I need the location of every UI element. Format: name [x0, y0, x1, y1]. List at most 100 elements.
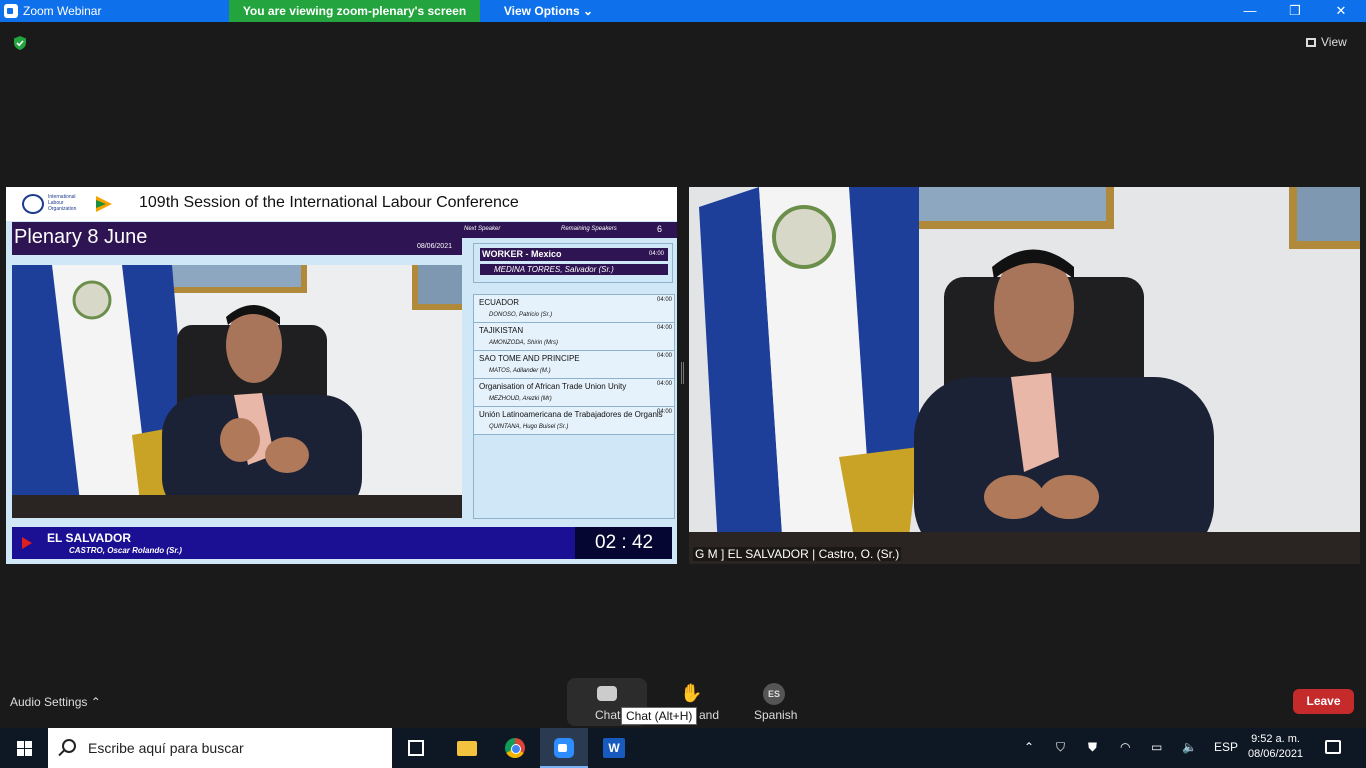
windows-taskbar: Escribe aquí para buscar W ⌃ ⛉ ⛊ ◠ ▭ 🔈 E…	[0, 728, 1366, 768]
next-speaker-time: 04:00	[648, 251, 664, 257]
taskbar-search[interactable]: Escribe aquí para buscar	[48, 728, 392, 768]
speaker-time: 04:00	[656, 353, 672, 359]
zoom-app-icon	[4, 4, 18, 18]
split-divider-handle[interactable]	[681, 362, 684, 384]
next-speaker-header: Next Speaker Remaining Speakers 6	[447, 222, 677, 238]
next-speaker-label: Next Speaker	[464, 226, 501, 232]
view-options-label: View Options	[503, 4, 580, 18]
conference-header: International Labour Organization 109th …	[6, 187, 677, 221]
list-item: SAO TOME AND PRINCIPE 04:00 MATOS, Adila…	[474, 351, 674, 379]
remaining-speakers-count: 6	[657, 224, 663, 234]
leave-button[interactable]: Leave	[1293, 689, 1354, 714]
participant-name-label: G M ] EL SALVADOR | Castro, O. (Sr.)	[693, 547, 902, 561]
plenary-bar: Plenary 8 June 08/06/2021	[12, 222, 462, 255]
window-title: Zoom Webinar	[23, 4, 102, 18]
view-options-button[interactable]: View Options ⌄	[497, 0, 600, 22]
next-speaker-panel: WORKER - Mexico 04:00 MEDINA TORRES, Sal…	[473, 243, 673, 283]
search-placeholder: Escribe aquí para buscar	[88, 740, 244, 756]
next-speaker-group-text: WORKER - Mexico	[482, 249, 562, 259]
speaker-time: 04:00	[656, 325, 672, 331]
speaker-name: AMONZODA, Shirin (Mrs)	[489, 340, 558, 346]
security-shield-icon[interactable]	[12, 35, 28, 51]
title-bar: Zoom Webinar You are viewing zoom-plenar…	[0, 0, 1366, 22]
speaker-country: TAJIKISTAN	[479, 326, 524, 335]
list-item: Organisation of African Trade Union Unit…	[474, 379, 674, 407]
word-icon: W	[603, 738, 625, 758]
speaker-name: DONOSO, Patricio (Sr.)	[489, 312, 553, 318]
chevron-up-icon[interactable]: ⌃	[1024, 740, 1034, 754]
restore-button[interactable]: ❐	[1272, 0, 1318, 22]
speaker-country: SAO TOME AND PRINCIPE	[479, 354, 580, 363]
timer-value: 02 : 42	[595, 532, 654, 553]
speaker-time: 04:00	[656, 297, 672, 303]
chevron-down-icon: ⌄	[583, 4, 594, 18]
search-icon	[62, 739, 76, 753]
participant-video-image	[689, 187, 1360, 564]
security-icon[interactable]: ⛊	[1088, 740, 1097, 755]
speaker-time: 04:00	[656, 409, 672, 415]
remaining-speakers-label: Remaining Speakers	[561, 226, 617, 232]
current-speaker-bar: EL SALVADOR CASTRO, Oscar Rolando (Sr.)	[12, 527, 672, 559]
folder-icon	[457, 741, 477, 756]
windows-logo-icon	[17, 741, 32, 756]
clock-date: 08/06/2021	[1248, 748, 1304, 760]
list-item: Unión Latinoamericana de Trabajadores de…	[474, 407, 674, 435]
play-arrow-icon	[22, 537, 32, 549]
minimize-button[interactable]: —	[1227, 0, 1273, 22]
close-button[interactable]: ✕	[1318, 0, 1364, 22]
battery-icon[interactable]: ▭	[1151, 740, 1162, 754]
conference-title: 109th Session of the International Labou…	[139, 194, 519, 211]
chevron-up-icon: ⌃	[90, 695, 101, 709]
volume-icon[interactable]: 🔈	[1182, 740, 1197, 754]
audio-settings-label: Audio Settings	[10, 695, 88, 709]
taskbar-clock[interactable]: 9:52 a. m. 08/06/2021	[1248, 732, 1303, 762]
wifi-icon[interactable]: ◠	[1120, 740, 1130, 754]
clock-time: 9:52 a. m.	[1251, 733, 1300, 745]
shared-screen: International Labour Organization 109th …	[6, 187, 677, 564]
chrome-icon	[505, 738, 525, 758]
start-button[interactable]	[0, 728, 48, 768]
speaker-name: MEZHOUD, Arezki (Mr)	[489, 396, 552, 402]
plenary-title: Plenary 8 June	[14, 226, 148, 248]
speaker-country: Organisation of African Trade Union Unit…	[479, 382, 627, 391]
list-item: ECUADOR 04:00 DONOSO, Patricio (Sr.)	[474, 295, 674, 323]
raise-hand-icon[interactable]: ✋	[680, 683, 702, 704]
screen-share-banner: You are viewing zoom-plenary's screen	[229, 0, 480, 22]
plenary-date: 08/06/2021	[416, 243, 452, 250]
grid-view-icon	[1306, 38, 1316, 47]
notification-icon[interactable]	[1325, 740, 1341, 754]
next-speaker-group: WORKER - Mexico 04:00	[480, 248, 668, 261]
current-speaker-country: EL SALVADOR	[47, 531, 132, 545]
interpretation-button[interactable]: ES Spanish	[754, 683, 798, 722]
zoom-icon	[554, 738, 574, 758]
speaker-timer: 02 : 42	[575, 527, 672, 559]
speaker-name: MATOS, Adilander (M.)	[489, 368, 551, 374]
next-speaker-name: MEDINA TORRES, Salvador (Sr.)	[480, 264, 668, 275]
speaker-video-image	[12, 265, 462, 518]
speaker-country: ECUADOR	[479, 298, 520, 307]
language-badge: ES	[763, 683, 785, 705]
chat-bubble-icon	[597, 686, 617, 701]
conference-arrow-inner-icon	[96, 200, 106, 208]
ilo-logo-icon	[22, 194, 44, 214]
defender-icon[interactable]: ⛉	[1056, 740, 1065, 755]
chat-tooltip: Chat (Alt+H)	[621, 707, 698, 725]
task-view-icon	[408, 740, 424, 756]
participant-video: G M ] EL SALVADOR | Castro, O. (Sr.)	[689, 187, 1360, 564]
speaker-video-feed	[12, 265, 462, 518]
chat-label: Chat	[595, 708, 621, 722]
audio-settings-button[interactable]: Audio Settings ⌃	[10, 695, 101, 709]
raise-hand-label[interactable]: and	[699, 708, 719, 722]
speaker-time: 04:00	[656, 381, 672, 387]
speaker-country: Unión Latinoamericana de Trabajadores de…	[479, 410, 663, 419]
current-speaker-name: CASTRO, Oscar Rolando (Sr.)	[69, 546, 182, 555]
task-view-button[interactable]	[392, 728, 440, 768]
list-item: TAJIKISTAN 04:00 AMONZODA, Shirin (Mrs)	[474, 323, 674, 351]
input-language[interactable]: ESP	[1214, 740, 1238, 754]
speaker-list: ECUADOR 04:00 DONOSO, Patricio (Sr.) TAJ…	[473, 294, 675, 519]
ilo-org-name: International Labour Organization	[48, 194, 77, 212]
speaker-name: QUINTANA, Hugo Buisel (Sr.)	[489, 424, 569, 430]
language-label: Spanish	[754, 708, 798, 722]
view-label: View	[1321, 35, 1347, 49]
view-layout-button[interactable]: View	[1306, 35, 1347, 49]
